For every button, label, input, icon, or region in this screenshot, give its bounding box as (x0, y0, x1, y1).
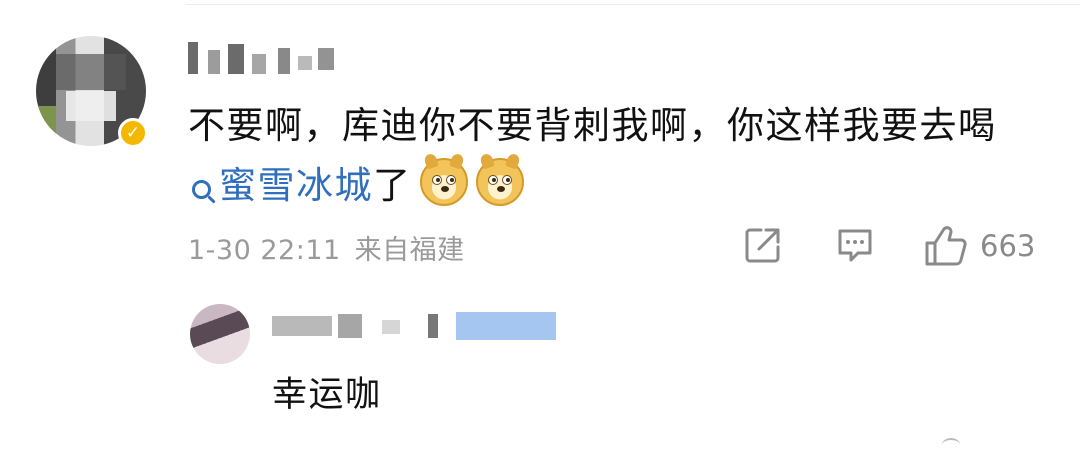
doge-emoji (419, 152, 468, 206)
reply-user-avatar[interactable] (190, 304, 250, 364)
topic-link-label: 蜜雪冰城 (219, 164, 373, 207)
reply-username-blurred[interactable] (272, 312, 562, 340)
like-count: 663 (980, 229, 1036, 263)
comment-text-part2: 了 (373, 164, 412, 207)
comment-location: 来自福建 (354, 235, 465, 266)
thumbs-up-icon (925, 226, 967, 266)
comment-timestamp: 1-30 22:11 (188, 235, 341, 266)
comment-text: 不要啊，库迪你不要背刺我啊，你这样我要去喝 蜜雪冰城了 (188, 96, 1058, 216)
like-button[interactable]: 663 (924, 226, 1035, 266)
username-blurred[interactable] (188, 38, 348, 78)
share-icon[interactable] (744, 226, 782, 264)
comment-text-part1: 不要啊，库迪你不要背刺我啊，你这样我要去喝 (188, 104, 997, 147)
doge-emoji (475, 152, 524, 206)
reply-text: 幸运咖 (272, 375, 382, 415)
partial-icon (942, 438, 960, 452)
top-divider (186, 4, 1080, 5)
search-icon (192, 180, 211, 199)
comment-icon[interactable] (836, 226, 874, 264)
comment-meta: 1-30 22:11 来自福建 (188, 228, 465, 267)
verified-badge-icon: ✓ (118, 118, 148, 148)
topic-search-link[interactable]: 蜜雪冰城 (188, 164, 373, 207)
